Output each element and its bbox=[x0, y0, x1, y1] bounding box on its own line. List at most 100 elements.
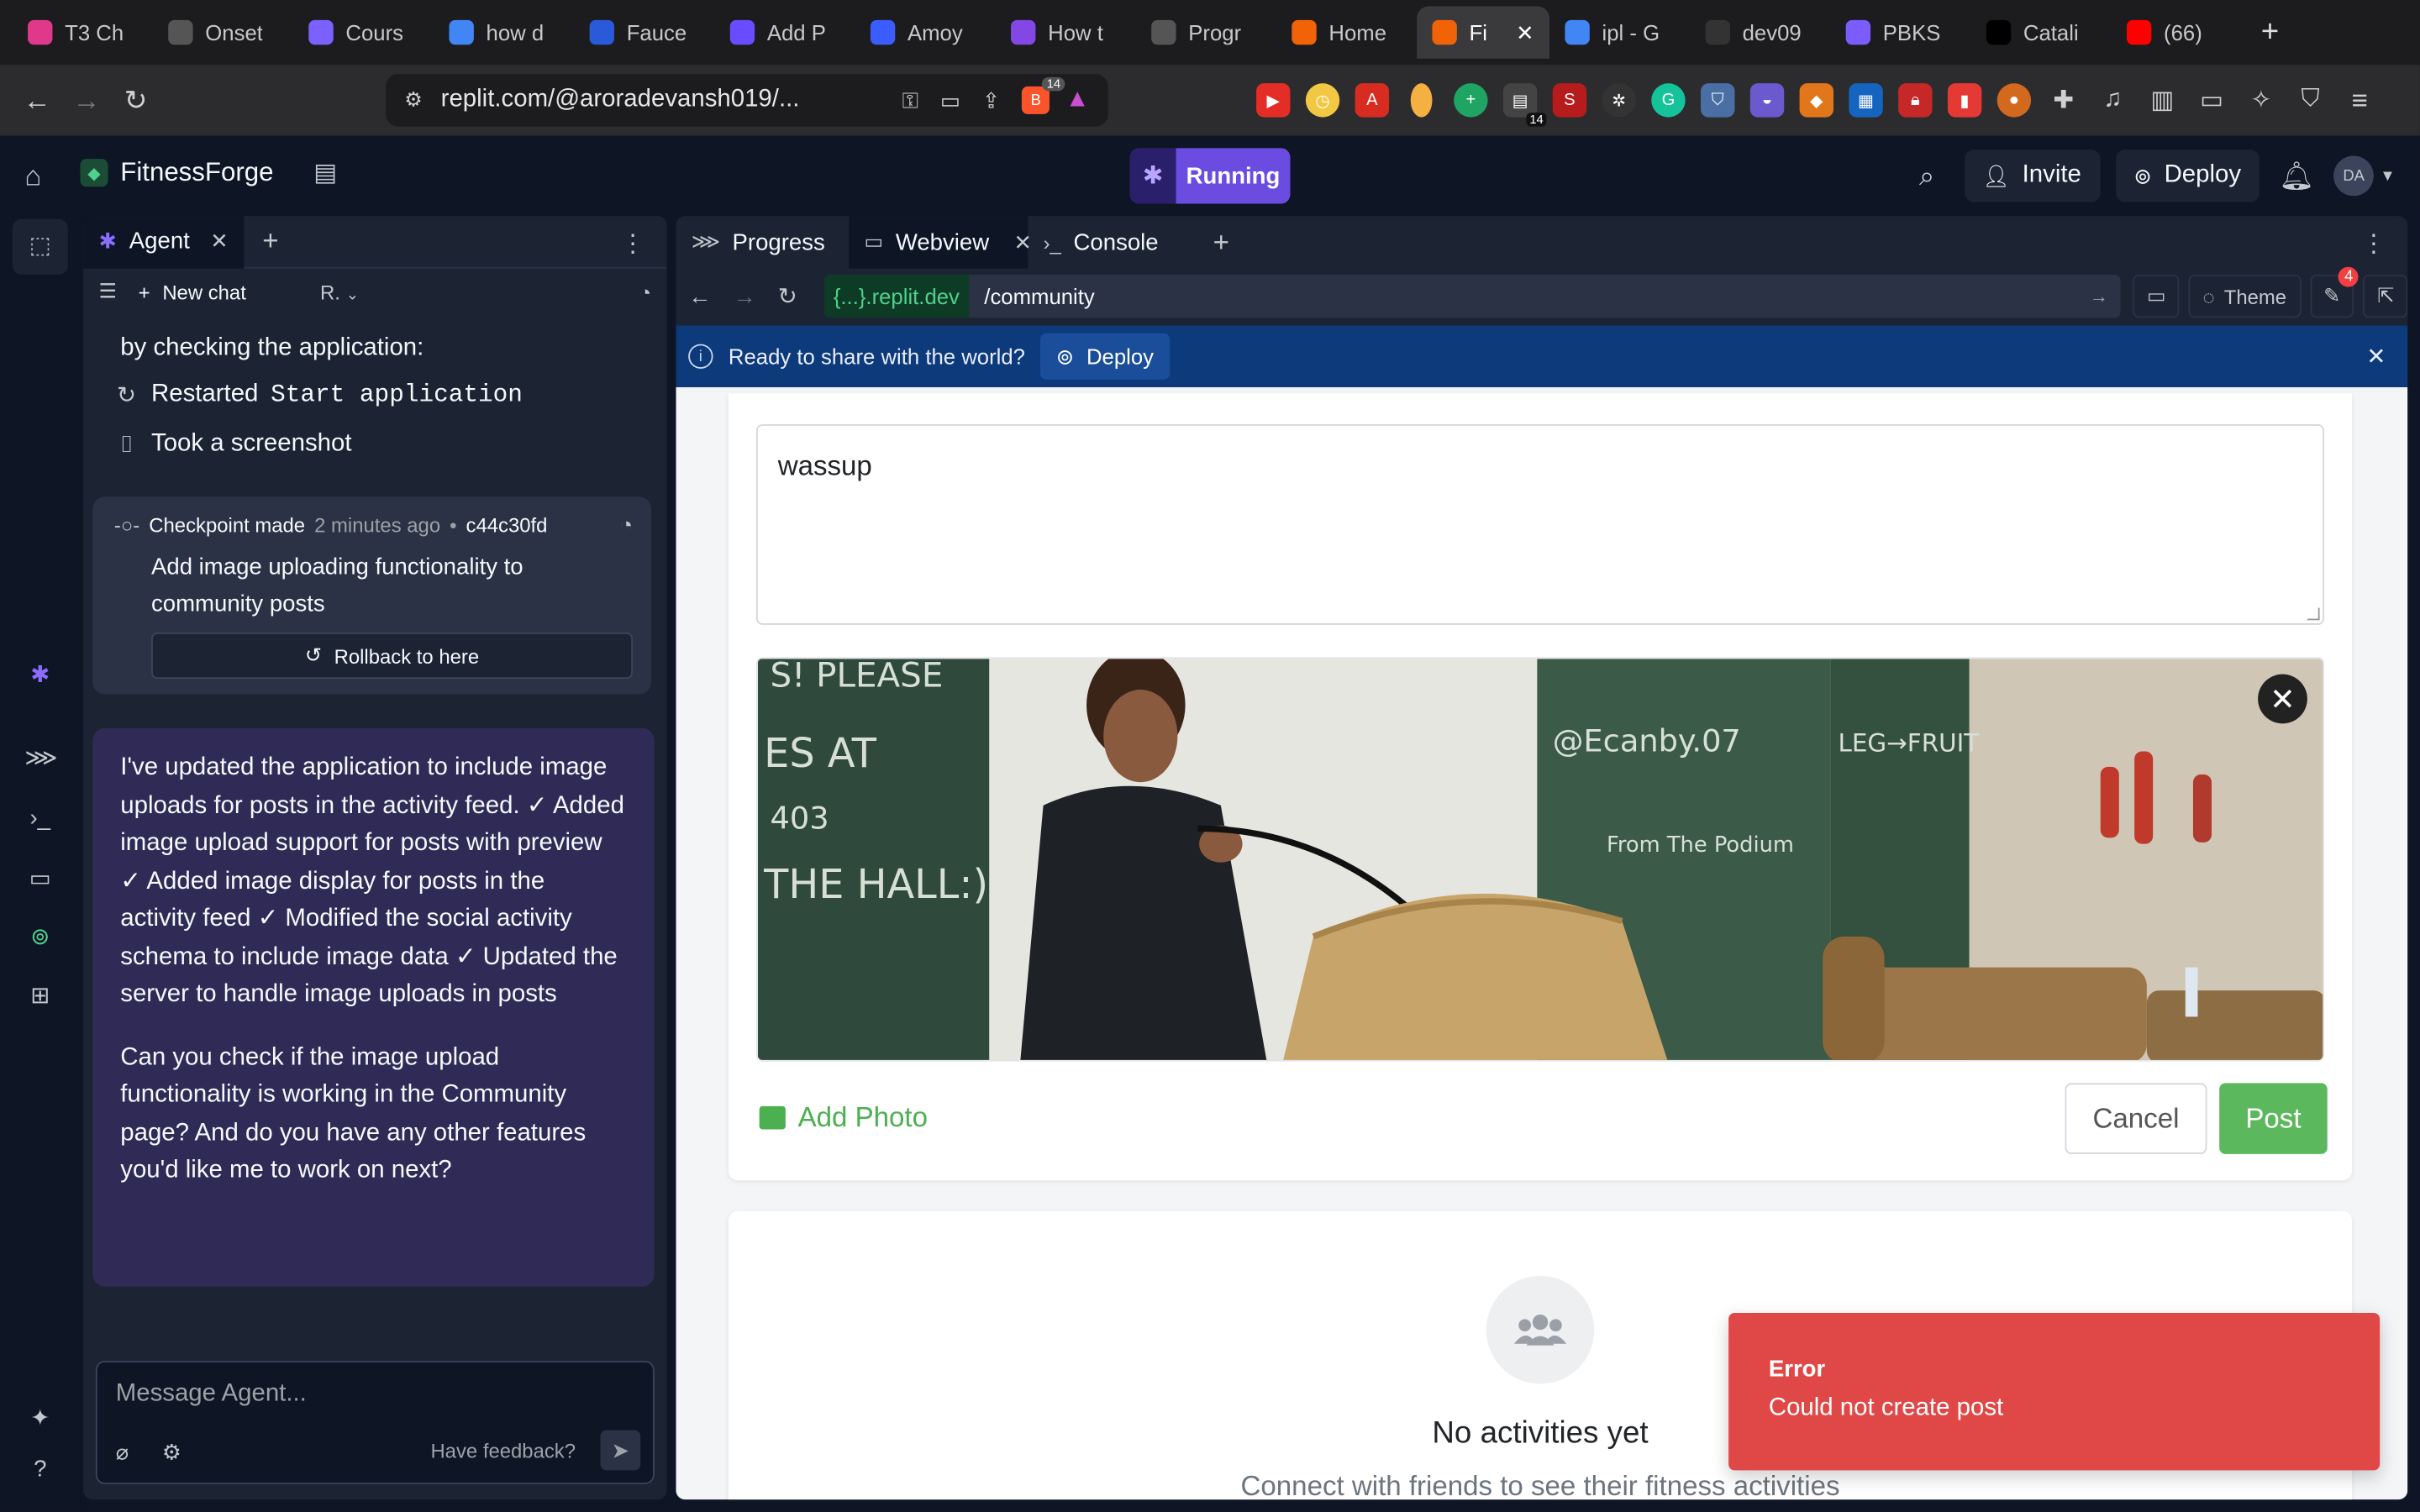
project-switcher[interactable]: ◆ FitnessForge ▤ bbox=[80, 157, 337, 188]
checkpoint-hash[interactable]: c44c30fd bbox=[466, 514, 548, 538]
share-icon[interactable]: ⇪ bbox=[982, 87, 1001, 113]
extension-ms-icon[interactable]: ▦ bbox=[1849, 83, 1883, 118]
browser-tab[interactable]: ipl - G bbox=[1549, 6, 1690, 58]
browser-tab[interactable]: Fauce bbox=[574, 6, 714, 58]
new-tab-plus-icon[interactable]: + bbox=[262, 225, 278, 258]
extension-seo-icon[interactable]: S bbox=[1552, 83, 1587, 118]
message-input[interactable]: Message Agent... bbox=[116, 1381, 307, 1409]
file-tree-toggle-icon[interactable]: ⬚ bbox=[24, 232, 55, 263]
settings-gear-icon[interactable]: ⚙ bbox=[162, 1440, 182, 1466]
tab-agent[interactable]: ✱ Agent ✕ bbox=[83, 216, 245, 268]
database-icon[interactable]: ▤ bbox=[313, 157, 337, 188]
post-textarea[interactable]: wassup bbox=[755, 424, 2325, 625]
extension-plus-icon[interactable]: + bbox=[1454, 83, 1488, 118]
music-icon[interactable]: ♫ bbox=[2096, 83, 2129, 117]
add-photo-button[interactable]: Add Photo bbox=[759, 1101, 928, 1134]
extension-pdf-icon[interactable]: A bbox=[1355, 83, 1390, 118]
post-button[interactable]: Post bbox=[2219, 1083, 2328, 1154]
extension-youtube-icon[interactable]: ▶ bbox=[1256, 83, 1291, 118]
agent-chat-scroll[interactable]: by checking the application: ↻ Restarted… bbox=[83, 315, 666, 1352]
feedback-link[interactable]: Have feedback? bbox=[430, 1440, 576, 1463]
more-options-icon[interactable]: ⋮ bbox=[620, 228, 644, 260]
open-external-icon[interactable]: ⇱ bbox=[2363, 274, 2408, 318]
ai-sparkle-icon[interactable]: ✦ bbox=[24, 1404, 55, 1435]
agent-tool-icon[interactable]: ✱ bbox=[24, 660, 55, 691]
tab-webview[interactable]: ▭ Webview ✕ bbox=[849, 216, 1032, 269]
browser-tab[interactable]: How t bbox=[996, 6, 1136, 58]
close-icon[interactable]: ✕ bbox=[1516, 19, 1534, 45]
account-menu[interactable]: DA ▼ bbox=[2333, 155, 2396, 197]
banner-deploy-button[interactable]: ⊚ Deploy bbox=[1040, 333, 1170, 380]
extensions-puzzle-icon[interactable]: ✚ bbox=[2046, 83, 2080, 117]
reload-icon[interactable]: ↻ bbox=[111, 84, 160, 117]
close-icon[interactable]: ✕ bbox=[210, 228, 229, 255]
brave-shields-icon[interactable]: B 14 bbox=[1022, 76, 1065, 114]
tab-progress[interactable]: ⋙ Progress bbox=[676, 216, 849, 268]
action-screenshot[interactable]: ⌷ Took a screenshot bbox=[114, 430, 351, 458]
browser-tab[interactable]: Fi ✕ bbox=[1417, 6, 1550, 59]
browser-tab[interactable]: dev09 bbox=[1690, 6, 1830, 58]
webview-url-field[interactable]: {...}.replit.dev /community → bbox=[823, 274, 2121, 318]
remove-photo-button[interactable]: ✕ bbox=[2258, 674, 2307, 724]
browser-tab[interactable]: Catali bbox=[1970, 6, 2111, 58]
webview-reload-icon[interactable]: ↻ bbox=[778, 282, 797, 310]
sidebar-toggle-icon[interactable]: ▥ bbox=[2145, 83, 2179, 117]
browser-tab[interactable]: Progr bbox=[1136, 6, 1276, 58]
webview-back-icon[interactable]: ← bbox=[688, 283, 712, 309]
leo-ai-icon[interactable]: ✧ bbox=[2244, 83, 2278, 117]
extension-grammarly-icon[interactable]: G bbox=[1651, 83, 1686, 118]
extension-bookmark-icon[interactable]: ▮ bbox=[1947, 83, 1982, 118]
browser-tab[interactable]: PBKS bbox=[1830, 6, 1970, 58]
console-tool-icon[interactable]: ›_ bbox=[24, 806, 55, 837]
webview-tool-icon[interactable]: ▭ bbox=[24, 864, 55, 895]
resize-grip[interactable] bbox=[2307, 607, 2320, 621]
webview-forward-icon[interactable]: → bbox=[733, 283, 756, 309]
run-button[interactable]: ✱ Running bbox=[1129, 148, 1291, 204]
more-options-icon[interactable]: ⋮ bbox=[2361, 228, 2386, 260]
browser-tab[interactable]: Home bbox=[1276, 6, 1417, 58]
extension-lock-icon[interactable]: 🔒︎ bbox=[1898, 83, 1933, 118]
theme-button[interactable]: ◌ Theme bbox=[2188, 274, 2301, 318]
extension-shield-icon[interactable]: ⛉ bbox=[1701, 83, 1735, 118]
attach-icon[interactable]: ⌀ bbox=[116, 1440, 129, 1466]
model-dropdown[interactable]: R. ⌄ bbox=[320, 280, 359, 303]
progress-tool-icon[interactable]: ⋙ bbox=[24, 743, 57, 774]
extension-timer-icon[interactable]: ◷ bbox=[1305, 83, 1340, 118]
deployments-tool-icon[interactable]: ⊚ bbox=[24, 922, 55, 953]
brave-rewards-icon[interactable]: ▲ bbox=[1065, 87, 1090, 114]
extension-gear-icon[interactable]: ✲ bbox=[1602, 83, 1636, 118]
browser-tab[interactable]: Onset bbox=[153, 6, 293, 58]
checkpoint-gauge-icon[interactable]: ◔ bbox=[619, 512, 633, 537]
send-icon[interactable]: ➤ bbox=[600, 1430, 641, 1471]
action-restart[interactable]: ↻ Restarted Start application bbox=[114, 381, 523, 409]
home-icon[interactable]: ⌂ bbox=[24, 160, 55, 192]
browser-tab[interactable]: T3 Ch bbox=[13, 6, 153, 58]
extension-metamask-icon[interactable]: ◆ bbox=[1799, 83, 1833, 118]
vpn-shield-icon[interactable]: ⛉ bbox=[2293, 83, 2327, 117]
extension-ghost-icon[interactable]: ◒ bbox=[1749, 83, 1785, 118]
new-tab-plus-icon[interactable]: + bbox=[1213, 226, 1229, 259]
extension-cookie-icon[interactable]: ● bbox=[1996, 83, 2032, 118]
chat-history-icon[interactable]: ☰ bbox=[99, 279, 117, 303]
browser-tab[interactable]: Add P bbox=[714, 6, 855, 58]
all-tools-icon[interactable]: ⊞ bbox=[24, 981, 55, 1012]
browser-tab[interactable]: (66) bbox=[2112, 6, 2252, 58]
address-bar[interactable]: ⚙ replit.com/@aroradevansh019/... ⚿ ▭ ⇪ … bbox=[386, 74, 1108, 127]
rollback-button[interactable]: ↺ Rollback to here bbox=[150, 633, 634, 680]
extension-counter-icon[interactable]: ▤ 14 bbox=[1502, 83, 1547, 127]
search-icon[interactable]: ⌕ bbox=[1905, 160, 1948, 192]
error-toast[interactable]: Error Could not create post bbox=[1728, 1313, 2381, 1471]
deploy-button[interactable]: ⊚ Deploy bbox=[2115, 150, 2260, 202]
notifications-bell-icon[interactable]: 🔔︎ bbox=[2275, 160, 2317, 192]
tab-console[interactable]: ›_ Console bbox=[1028, 216, 1197, 268]
forward-icon[interactable]: → bbox=[61, 84, 111, 117]
devtools-icon[interactable]: ✎ 4 bbox=[2309, 266, 2360, 318]
help-icon[interactable]: ? bbox=[24, 1457, 55, 1488]
cancel-button[interactable]: Cancel bbox=[2065, 1083, 2207, 1154]
browser-tab[interactable]: Amoy bbox=[855, 6, 996, 58]
new-chat-button[interactable]: + New chat bbox=[139, 280, 246, 303]
invite-button[interactable]: 👤︎ Invite bbox=[1964, 150, 2100, 202]
go-arrow-icon[interactable]: → bbox=[2090, 286, 2108, 307]
site-settings-icon[interactable]: ⚙ bbox=[404, 88, 422, 113]
close-icon[interactable]: ✕ bbox=[2366, 343, 2386, 370]
